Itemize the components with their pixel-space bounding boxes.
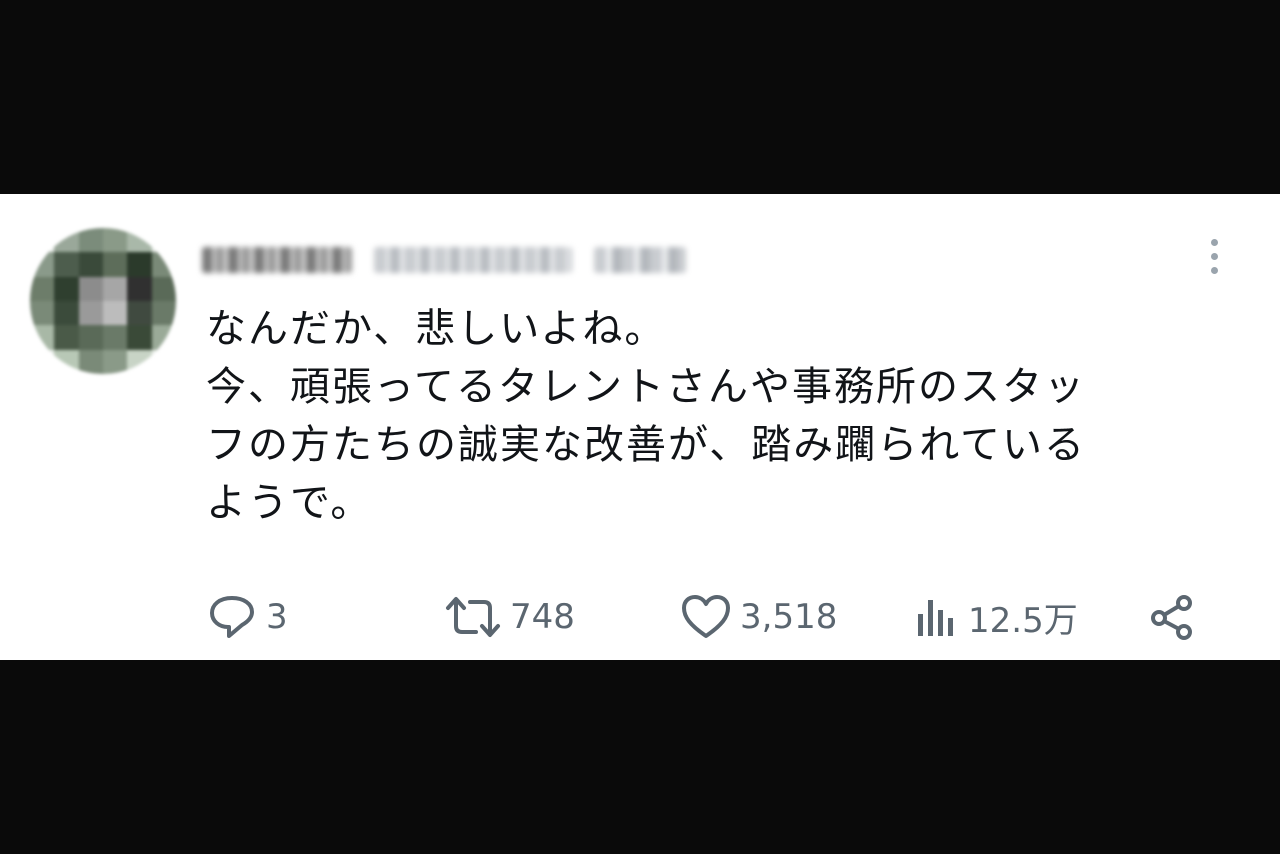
- author-display-name-redacted[interactable]: [202, 247, 352, 273]
- retweet-icon: [446, 597, 500, 637]
- avatar[interactable]: [30, 228, 176, 374]
- letterbox-bottom: [0, 660, 1280, 854]
- more-options-button[interactable]: [1196, 234, 1232, 278]
- reply-icon: [210, 596, 254, 638]
- views-count: 12.5万: [968, 600, 1078, 641]
- bar-chart-icon: [918, 600, 953, 636]
- reply-button[interactable]: 3: [206, 592, 288, 642]
- tweet-actions: 3 748 3,518 12.5万: [206, 592, 1216, 642]
- like-button[interactable]: 3,518: [680, 592, 837, 642]
- more-dot-icon: [1210, 266, 1218, 274]
- tweet-text-line: なんだか、悲しいよね。: [206, 306, 667, 352]
- retweet-button[interactable]: 748: [444, 592, 575, 642]
- more-dot-icon: [1210, 238, 1218, 246]
- tweet-text: なんだか、悲しいよね。今、頑張ってるタレントさんや事務所のスタッ フの方たちの誠実…: [206, 300, 1236, 532]
- views-button[interactable]: 12.5万: [914, 592, 1078, 642]
- reply-count: 3: [266, 597, 288, 637]
- share-button[interactable]: [1148, 592, 1200, 642]
- tweet-text-line: ようで。: [206, 480, 373, 526]
- timestamp-redacted[interactable]: [594, 247, 686, 273]
- more-dot-icon: [1210, 252, 1218, 260]
- tweet-card: なんだか、悲しいよね。今、頑張ってるタレントさんや事務所のスタッ フの方たちの誠実…: [0, 194, 1280, 660]
- heart-icon: [682, 595, 730, 638]
- share-icon: [1151, 595, 1192, 640]
- retweet-count: 748: [510, 597, 575, 637]
- like-count: 3,518: [740, 597, 838, 637]
- letterbox-top: [0, 0, 1280, 194]
- author-line: [202, 242, 686, 278]
- tweet-text-line: フの方たちの誠実な改善が、踏み躙られている: [206, 422, 1086, 468]
- tweet-text-line: 今、頑張ってるタレントさんや事務所のスタッ: [206, 364, 1086, 410]
- author-handle-redacted[interactable]: [374, 247, 572, 273]
